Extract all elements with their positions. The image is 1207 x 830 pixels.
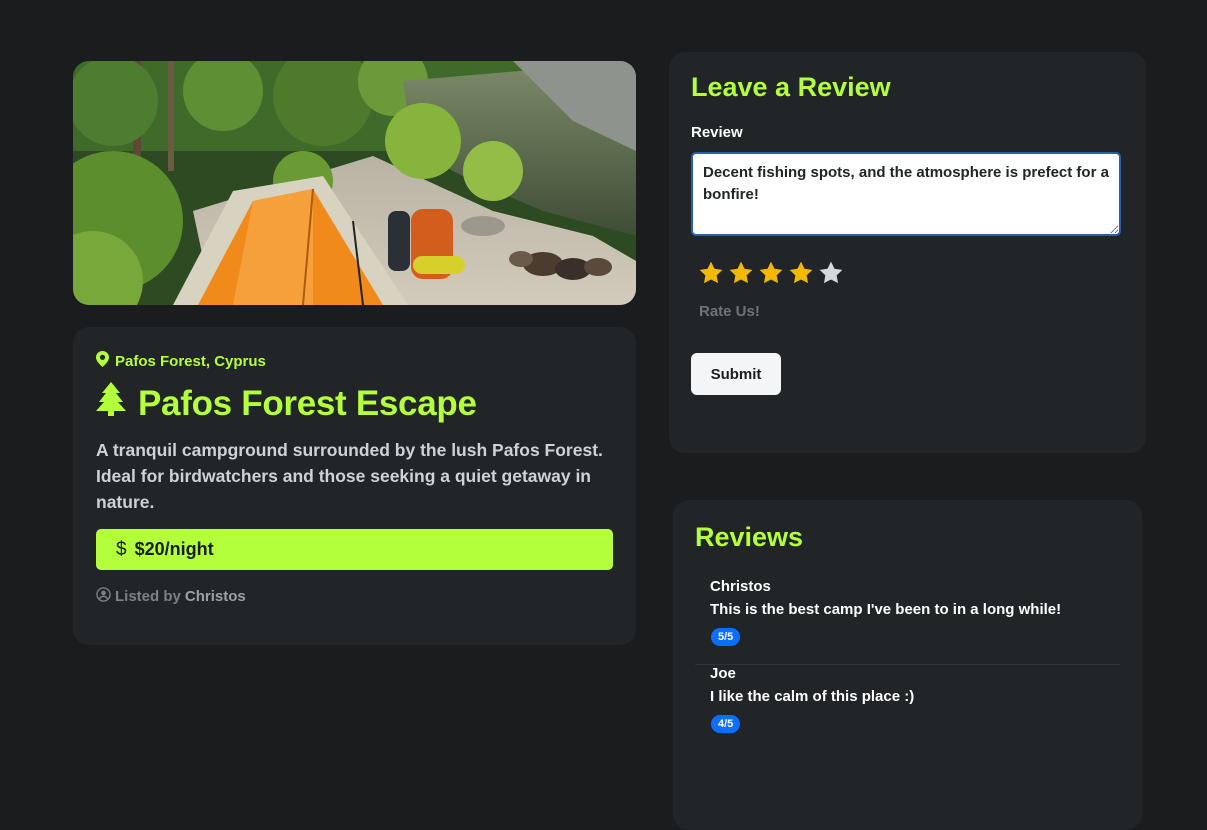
review-form-card: Leave a Review Review Decent fishing spo… <box>669 52 1146 453</box>
star-icon[interactable] <box>758 260 784 286</box>
list-item: Christos This is the best camp I've been… <box>695 578 1120 665</box>
rating-badge: 5/5 <box>711 628 741 646</box>
page-title: Pafos Forest Escape <box>138 383 477 423</box>
review-form-heading: Leave a Review <box>691 72 891 102</box>
review-field-label: Review <box>691 124 743 141</box>
review-text: I like the calm of this place :) <box>710 688 915 705</box>
review-text: This is the best camp I've been to in a … <box>710 601 1062 618</box>
star-icon[interactable] <box>698 260 724 286</box>
location: Pafos Forest, Cyprus <box>96 351 266 371</box>
dollar-icon: $ <box>116 538 127 560</box>
star-icon[interactable] <box>728 260 754 286</box>
list-item: Joe I like the calm of this place :) 4/5 <box>695 665 1120 751</box>
reviews-heading: Reviews <box>695 522 804 552</box>
listed-by-prefix: Listed by <box>115 588 181 605</box>
owner-name: Christos <box>184 588 246 605</box>
reviews-card: Reviews Christos This is the best camp I… <box>673 500 1142 830</box>
review-author: Christos <box>710 578 771 595</box>
campground-title: Pafos Forest Escape <box>96 382 477 425</box>
price-bar: $ $20/night <box>96 529 613 570</box>
map-pin-icon <box>96 351 109 371</box>
campground-info-card: Pafos Forest, Cyprus Pafos Forest Escape… <box>73 327 636 645</box>
review-author: Joe <box>710 665 736 682</box>
star-icon[interactable] <box>818 260 844 286</box>
rate-us-label: Rate Us! <box>699 303 760 320</box>
star-rating[interactable] <box>698 260 844 286</box>
review-textarea[interactable]: Decent fishing spots, and the atmosphere… <box>691 152 1121 236</box>
campground-description: A tranquil campground surrounded by the … <box>96 440 603 512</box>
star-icon[interactable] <box>788 260 814 286</box>
tree-icon <box>96 382 126 425</box>
listed-by: Listed by Christos <box>96 587 246 606</box>
rating-badge: 4/5 <box>711 715 741 733</box>
user-circle-icon <box>96 587 111 606</box>
submit-button[interactable]: Submit <box>691 353 781 395</box>
campground-photo <box>73 61 636 305</box>
location-text: Pafos Forest, Cyprus <box>115 352 266 370</box>
price-value: $20/night <box>134 539 214 559</box>
